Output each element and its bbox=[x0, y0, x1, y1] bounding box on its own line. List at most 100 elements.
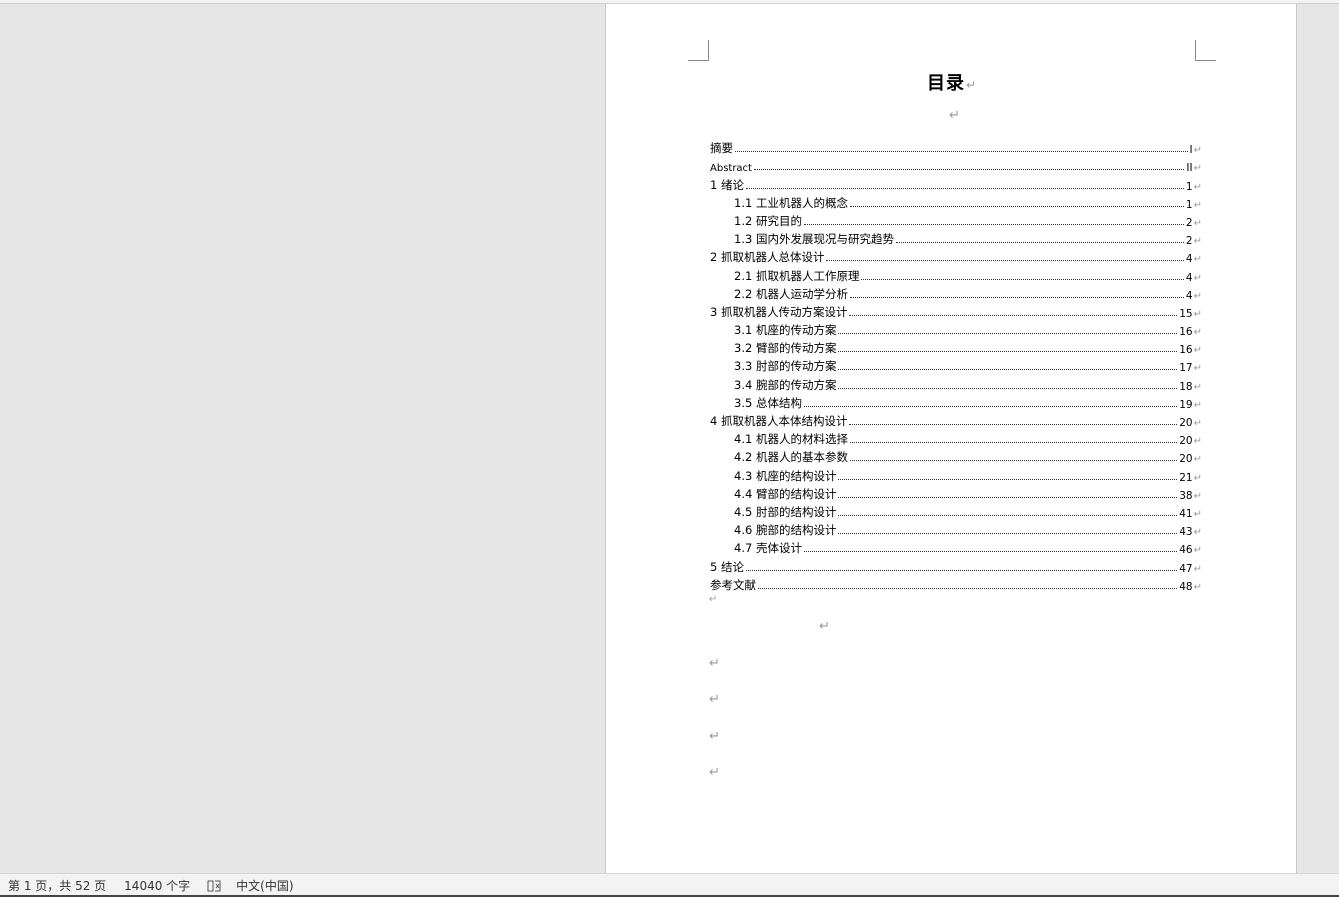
toc-entry-page-number: 38 bbox=[1179, 489, 1193, 502]
paragraph-mark-icon: ↵ bbox=[1193, 399, 1202, 411]
toc-entry-page-number: II bbox=[1186, 162, 1193, 175]
toc-entry[interactable]: 1.3 国内外发展现况与研究趋势 2 ↵ bbox=[710, 229, 1202, 247]
toc-entry[interactable]: 5 结论 47 ↵ bbox=[710, 556, 1202, 575]
toc-entry[interactable]: 2 抓取机器人总体设计 4 ↵ bbox=[710, 247, 1202, 265]
toc-entry[interactable]: 4.4 臂部的结构设计 38 ↵ bbox=[710, 484, 1202, 502]
toc-entry-page-number: 16 bbox=[1179, 344, 1193, 357]
toc-dot-leader bbox=[745, 187, 1184, 189]
toc-entry[interactable]: 1.2 研究目的 2 ↵ bbox=[710, 211, 1202, 229]
toc-entry-label: 4.3 机座的结构设计 bbox=[734, 468, 837, 483]
toc-dot-leader bbox=[838, 514, 1178, 516]
toc-entry[interactable]: 4.6 腕部的结构设计 43 ↵ bbox=[710, 520, 1202, 538]
toc-dot-leader bbox=[861, 278, 1184, 280]
toc-entry-label: 4.2 机器人的基本参数 bbox=[734, 450, 848, 465]
toc-entry[interactable]: 4 抓取机器人本体结构设计 20 ↵ bbox=[710, 411, 1202, 429]
toc-heading[interactable]: 目录↵ bbox=[606, 69, 1298, 95]
paragraph-mark-icon: ↵ bbox=[709, 729, 720, 744]
toc-entry-page-number: 1 bbox=[1185, 198, 1193, 211]
toc-entry-label: 4.6 腕部的结构设计 bbox=[734, 523, 837, 538]
toc-entry-page-number: 15 bbox=[1179, 307, 1193, 320]
toc-dot-leader bbox=[838, 333, 1178, 335]
paragraph-mark-icon: ↵ bbox=[1193, 436, 1202, 448]
toc-entry-page-number: 41 bbox=[1179, 507, 1193, 520]
toc-entry-label: 1.1 工业机器人的概念 bbox=[734, 195, 848, 210]
paragraph-mark-icon: ↵ bbox=[819, 619, 830, 634]
toc-entry-label: 3 抓取机器人传动方案设计 bbox=[710, 304, 848, 319]
toc-entry-page-number: 2 bbox=[1185, 235, 1193, 248]
toc-entry-page-number: 1 bbox=[1185, 180, 1193, 193]
toc-entry-label: 5 结论 bbox=[710, 559, 744, 574]
toc-dot-leader bbox=[838, 351, 1178, 353]
toc-entry-page-number: 2 bbox=[1185, 216, 1193, 229]
toc-entry-label: 参考文献 bbox=[710, 577, 756, 592]
paragraph-mark-icon: ↵ bbox=[1193, 345, 1202, 357]
toc-dot-leader bbox=[803, 223, 1184, 225]
page-count-status[interactable]: 第 1 页，共 52 页 bbox=[8, 877, 106, 894]
toc-entry-label: 1 绪论 bbox=[710, 177, 744, 192]
toc-entry[interactable]: 3.3 肘部的传动方案 17 ↵ bbox=[710, 356, 1202, 374]
toc-dot-leader bbox=[895, 242, 1184, 244]
toc-entry-page-number: 20 bbox=[1179, 453, 1193, 466]
toc-dot-leader bbox=[753, 169, 1185, 171]
toc-entry-page-number: 20 bbox=[1179, 417, 1193, 429]
margin-corner-top-left bbox=[688, 40, 709, 61]
toc-entry-page-number: 20 bbox=[1179, 435, 1193, 448]
toc-dot-leader bbox=[849, 205, 1184, 207]
toc-entry-label: 3.2 臂部的传动方案 bbox=[734, 341, 837, 356]
toc-heading-text: 目录 bbox=[926, 73, 965, 94]
paragraph-mark-icon: ↵ bbox=[1193, 381, 1202, 393]
toc-entry[interactable]: 3.2 臂部的传动方案 16 ↵ bbox=[710, 338, 1202, 356]
toc-entry[interactable]: 1 绪论 1 ↵ bbox=[710, 174, 1202, 193]
toc-entry[interactable]: 2.1 抓取机器人工作原理 4 ↵ bbox=[710, 265, 1202, 284]
toc-entry-label: 3.1 机座的传动方案 bbox=[734, 323, 837, 338]
toc-entry-page-number: 46 bbox=[1179, 544, 1193, 557]
paragraph-mark-icon: ↵ bbox=[1193, 236, 1202, 248]
toc-entry-page-number: 21 bbox=[1179, 471, 1193, 484]
toc-entry[interactable]: 4.3 机座的结构设计 21 ↵ bbox=[710, 465, 1202, 484]
toc-entry[interactable]: 3.5 总体结构 19 ↵ bbox=[710, 393, 1202, 411]
paragraph-mark-icon: ↵ bbox=[1193, 472, 1202, 484]
toc-entry-label: 4.1 机器人的材料选择 bbox=[734, 432, 848, 447]
toc-entry-label: 4.5 肘部的结构设计 bbox=[734, 504, 837, 519]
toc-entry[interactable]: 4.5 肘部的结构设计 41 ↵ bbox=[710, 502, 1202, 520]
toc-entry-label: 1.3 国内外发展现况与研究趋势 bbox=[734, 232, 894, 247]
paragraph-mark-icon: ↵ bbox=[1193, 145, 1202, 157]
toc-dot-leader bbox=[735, 151, 1188, 153]
paragraph-mark-icon: ↵ bbox=[1193, 545, 1202, 557]
paragraph-mark-icon: ↵ bbox=[1193, 327, 1202, 339]
toc-entry[interactable]: 4.1 机器人的材料选择 20 ↵ bbox=[710, 429, 1202, 447]
word-count-status[interactable]: 14040 个字 bbox=[124, 877, 190, 894]
toc-entry-page-number: 19 bbox=[1179, 398, 1193, 411]
toc-entry-page-number: 4 bbox=[1185, 253, 1193, 266]
toc-entry[interactable]: 摘要 I ↵ bbox=[710, 138, 1202, 156]
toc-entry[interactable]: Abstract II ↵ bbox=[710, 156, 1202, 174]
proofing-book-icon[interactable] bbox=[206, 879, 222, 893]
toc-entry[interactable]: 1.1 工业机器人的概念 1 ↵ bbox=[710, 193, 1202, 211]
paragraph-mark-icon: ↵ bbox=[709, 692, 720, 707]
paragraph-mark-icon: ↵ bbox=[1193, 290, 1202, 302]
toc-dot-leader bbox=[826, 260, 1184, 262]
toc-dot-leader bbox=[849, 424, 1178, 425]
toc-entry[interactable]: 2.2 机器人运动学分析 4 ↵ bbox=[710, 284, 1202, 302]
document-page[interactable]: 目录↵ ↵ 摘要 I ↵ Abstract II ↵ 1 绪论 1 ↵ 1.1 工业机器人的概念 1… bbox=[605, 4, 1297, 873]
table-of-contents[interactable]: 摘要 I ↵ Abstract II ↵ 1 绪论 1 ↵ 1.1 工业机器人的概念 1 ↵ 1.2 研… bbox=[710, 138, 1202, 593]
toc-entry[interactable]: 3 抓取机器人传动方案设计 15 ↵ bbox=[710, 302, 1202, 320]
toc-entry[interactable]: 4.2 机器人的基本参数 20 ↵ bbox=[710, 447, 1202, 465]
toc-entry[interactable]: 参考文献 48 ↵ bbox=[710, 575, 1202, 593]
paragraph-mark-icon: ↵ bbox=[709, 594, 718, 605]
toc-dot-leader bbox=[803, 551, 1178, 553]
toc-entry-label: 4.4 臂部的结构设计 bbox=[734, 486, 837, 501]
paragraph-mark-icon: ↵ bbox=[1193, 581, 1202, 593]
paragraph-mark-icon: ↵ bbox=[1193, 454, 1202, 466]
toc-entry-label: 3.4 腕部的传动方案 bbox=[734, 377, 837, 392]
language-status[interactable]: 中文(中国) bbox=[236, 877, 293, 894]
toc-entry[interactable]: 3.4 腕部的传动方案 18 ↵ bbox=[710, 374, 1202, 393]
toc-dot-leader bbox=[849, 314, 1178, 316]
paragraph-mark-icon: ↵ bbox=[1193, 181, 1202, 193]
toc-dot-leader bbox=[849, 296, 1184, 298]
toc-entry[interactable]: 3.1 机座的传动方案 16 ↵ bbox=[710, 320, 1202, 338]
paragraph-mark-icon: ↵ bbox=[1193, 217, 1202, 229]
toc-entry-label: 4.7 壳体设计 bbox=[734, 541, 802, 556]
toc-entry[interactable]: 4.7 壳体设计 46 ↵ bbox=[710, 538, 1202, 556]
toc-entry-label: 4 抓取机器人本体结构设计 bbox=[710, 414, 848, 428]
